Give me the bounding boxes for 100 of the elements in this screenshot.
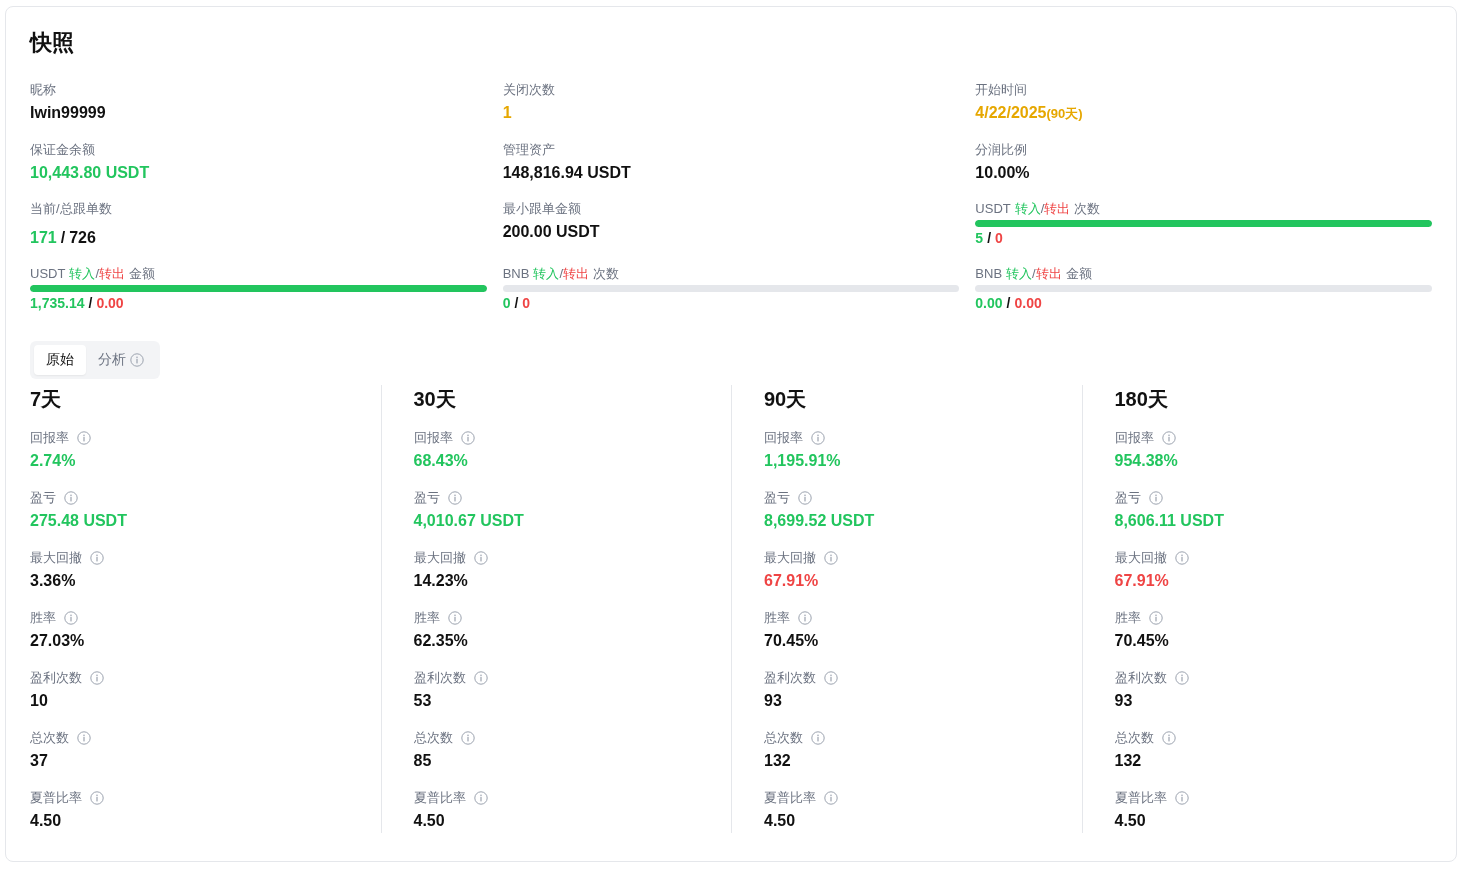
info-icon[interactable]	[447, 491, 462, 505]
asset-label: USDT	[975, 200, 1011, 218]
metric-label: 盈亏	[30, 489, 56, 507]
metric-value: 10	[30, 691, 49, 711]
metric-label: 回报率	[413, 429, 453, 447]
info-icon[interactable]	[64, 611, 78, 625]
metric-label: 胜率	[30, 609, 56, 627]
info-icon[interactable]	[1174, 551, 1189, 565]
info-icon[interactable]	[811, 431, 825, 445]
field-label: 分润比例	[975, 141, 1029, 159]
info-icon[interactable]	[473, 551, 488, 565]
field-label: 管理资产	[502, 141, 556, 159]
metric-value: 53	[413, 691, 433, 711]
in-value: 5	[975, 229, 984, 248]
metric-label: 最大回撤	[413, 549, 466, 567]
current-count: 171	[30, 228, 57, 248]
total-count: 726	[69, 228, 96, 248]
metric-value: 275.48 USDT	[30, 511, 128, 531]
info-icon[interactable]	[77, 431, 91, 445]
field-label: 保证金余额	[30, 141, 96, 159]
metric-label: 盈亏	[413, 489, 440, 507]
info-icon[interactable]	[798, 611, 812, 625]
info-icon[interactable]	[90, 551, 104, 565]
asset-label: BNB	[975, 265, 1003, 283]
field-label: 关闭次数	[502, 81, 556, 99]
period-title: 180天	[1114, 387, 1169, 412]
metric-label: 回报率	[1114, 429, 1154, 447]
field-label: 开始时间	[975, 81, 1029, 99]
in-label: 转入	[1006, 266, 1033, 281]
metric-value: 8,699.52 USDT	[764, 511, 876, 531]
info-icon[interactable]	[77, 731, 91, 745]
info-icon[interactable]	[1148, 611, 1163, 625]
asset-label: USDT	[30, 265, 66, 283]
field-label: 昵称	[30, 81, 57, 99]
metric-label: 总次数	[413, 729, 453, 747]
metric-value: 4,010.67 USDT	[413, 511, 525, 531]
field-value: 200.00 USDT	[502, 222, 601, 242]
info-icon[interactable]	[473, 671, 488, 685]
info-icon[interactable]	[824, 791, 838, 805]
out-value: 0.00	[1014, 294, 1042, 313]
metric-value: 37	[30, 751, 49, 771]
info-icon[interactable]	[824, 551, 838, 565]
info-icon[interactable]	[1148, 491, 1163, 505]
info-icon[interactable]	[90, 671, 104, 685]
field-label: 当前/总跟单数	[30, 200, 113, 218]
metric-label: 胜率	[413, 609, 440, 627]
info-icon[interactable]	[64, 491, 78, 505]
in-label: 转入	[1014, 201, 1041, 216]
metric-label: 盈亏	[764, 489, 790, 507]
asset-label: BNB	[502, 265, 530, 283]
info-icon[interactable]	[1174, 671, 1189, 685]
out-value: 0.00	[96, 294, 124, 313]
separator: /	[88, 294, 93, 313]
in-label: 转入	[533, 266, 560, 281]
metric-label: 盈利次数	[1114, 669, 1167, 687]
metric-value: 62.35%	[413, 631, 469, 651]
info-icon[interactable]	[798, 491, 812, 505]
separator: /	[987, 229, 991, 248]
in-value: 1,735.14	[30, 294, 85, 313]
metric-label: 盈利次数	[764, 669, 816, 687]
out-label: 转出	[1044, 201, 1071, 216]
metric-label: 最大回撤	[30, 549, 82, 567]
metric-value: 27.03%	[30, 631, 86, 651]
tab[interactable]: 分析	[86, 345, 156, 375]
metric-label: 夏普比率	[413, 789, 466, 807]
info-icon[interactable]	[1161, 731, 1176, 745]
metric-label: 金额	[1065, 265, 1092, 283]
metric-label: 夏普比率	[1114, 789, 1167, 807]
metric-value: 1,195.91%	[764, 451, 842, 471]
date-value: 4/22/2025	[975, 104, 1047, 121]
info-icon[interactable]	[460, 431, 475, 445]
metric-value: 4.50	[1114, 811, 1147, 831]
metric-value: 2.74%	[30, 451, 77, 471]
info-icon[interactable]	[473, 791, 488, 805]
info-icon[interactable]	[811, 731, 825, 745]
info-icon[interactable]	[460, 731, 475, 745]
info-icon[interactable]	[90, 791, 104, 805]
info-icon[interactable]	[824, 671, 838, 685]
metric-label: 最大回撤	[764, 549, 816, 567]
info-icon[interactable]	[1161, 431, 1176, 445]
info-icon[interactable]	[447, 611, 462, 625]
metric-label: 总次数	[1114, 729, 1154, 747]
metric-value: 132	[1114, 751, 1143, 771]
metric-value: 93	[764, 691, 783, 711]
slash: /	[1032, 266, 1036, 281]
in-value: 0.00	[975, 294, 1003, 313]
separator: /	[1006, 294, 1011, 313]
metric-value: 132	[764, 751, 792, 771]
info-icon[interactable]	[1174, 791, 1189, 805]
metric-value: 4.50	[764, 811, 797, 831]
metric-label: 夏普比率	[30, 789, 82, 807]
tab[interactable]: 原始	[34, 345, 86, 375]
metric-value: 70.45%	[1114, 631, 1170, 651]
section-title: 快照	[30, 29, 75, 57]
metric-label: 盈亏	[1114, 489, 1141, 507]
metric-value: 4.50	[30, 811, 63, 831]
metric-value: 14.23%	[413, 571, 469, 591]
field-value: 148,816.94 USDT	[502, 163, 632, 183]
out-value: 0	[522, 294, 531, 313]
metric-label: 最大回撤	[1114, 549, 1167, 567]
